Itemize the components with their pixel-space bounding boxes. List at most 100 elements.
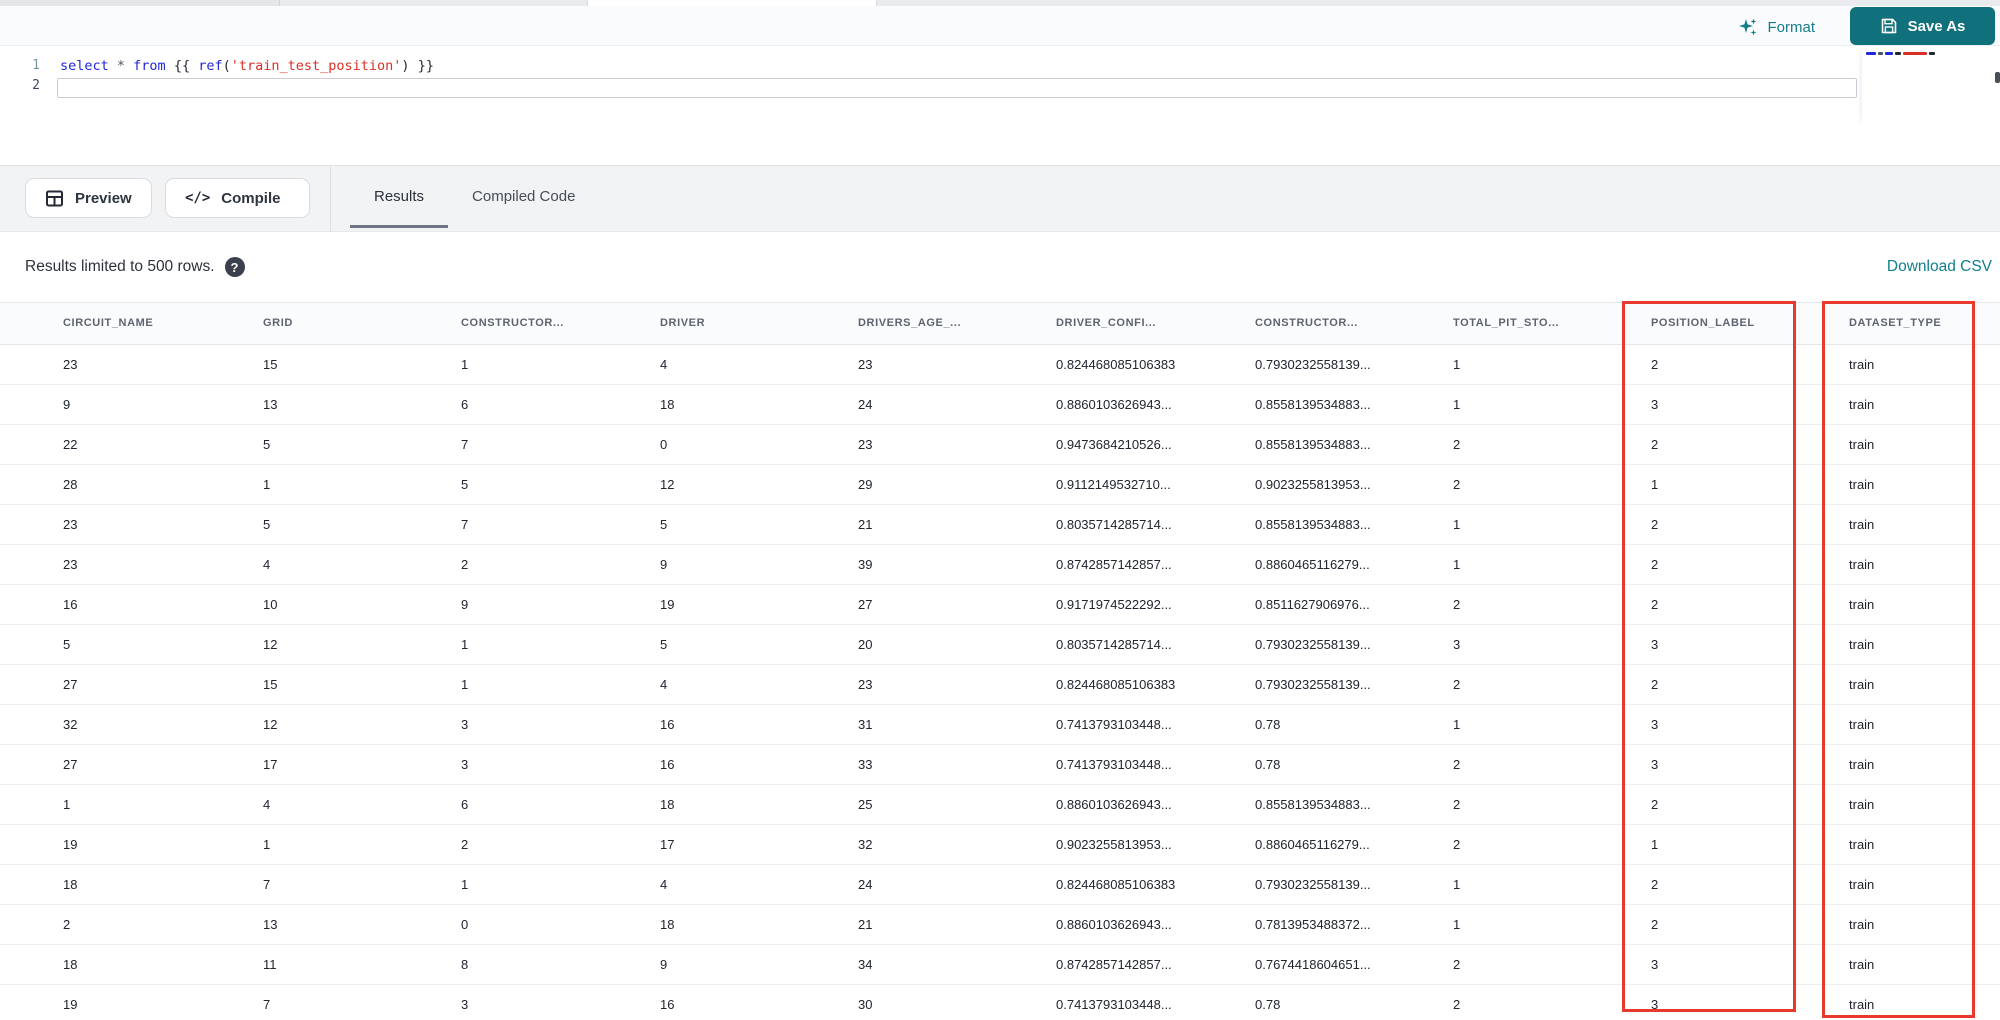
sql-code-editor[interactable]: 12 select * from {{ ref('train_test_posi…	[0, 46, 2000, 165]
save-icon	[1881, 18, 1896, 34]
table-cell: 7	[461, 517, 469, 532]
table-cell: 16	[63, 597, 78, 612]
table-cell: 1	[1651, 477, 1659, 492]
table-cell: 2	[1651, 917, 1659, 932]
table-cell: 16	[660, 757, 675, 772]
table-cell: 7	[263, 997, 271, 1012]
table-cell: 9	[63, 397, 71, 412]
table-cell: 0.7413793103448...	[1056, 717, 1172, 732]
table-cell: 0	[660, 437, 668, 452]
preview-label: Preview	[75, 189, 132, 207]
column-header: DATASET_TYPE	[1849, 317, 1942, 329]
table-cell: 0.8558139534883...	[1255, 437, 1371, 452]
table-cell: 2	[1651, 877, 1659, 892]
table-cell: 17	[263, 757, 278, 772]
table-cell: 5	[660, 637, 668, 652]
table-cell: 2	[63, 917, 71, 932]
table-cell: 3	[1453, 637, 1461, 652]
table-cell: train	[1849, 637, 1875, 652]
table-cell: 18	[660, 917, 675, 932]
results-tabs: Results Compiled Code	[350, 166, 599, 232]
table-cell: 5	[263, 517, 271, 532]
table-cell: 33	[858, 757, 873, 772]
table-cell: 24	[858, 397, 873, 412]
save-as-button[interactable]: Save As	[1850, 7, 1995, 45]
preview-button[interactable]: Preview	[25, 178, 152, 218]
table-cell: 4	[660, 357, 668, 372]
code-token: select	[60, 58, 117, 74]
code-token: ref	[198, 58, 223, 74]
compile-button[interactable]: </> Compile	[165, 178, 310, 218]
column-header: TOTAL_PIT_STO...	[1453, 317, 1560, 329]
table-cell: 3	[461, 997, 469, 1012]
table-row: 1 4 6 18 25 0.8860103626943... 0.8558139534883…	[0, 785, 2000, 825]
table-cell: 1	[461, 677, 469, 692]
code-token: )	[401, 58, 418, 74]
table-cell: 2	[1453, 677, 1461, 692]
editor-minimap[interactable]	[1862, 48, 1995, 124]
table-cell: 1	[1453, 917, 1461, 932]
table-cell: train	[1849, 717, 1875, 732]
table-cell: train	[1849, 957, 1875, 972]
format-button[interactable]: Format	[1738, 14, 1815, 40]
table-cell: 0.8035714285714...	[1056, 637, 1172, 652]
table-cell: 0.7674418604651...	[1255, 957, 1371, 972]
table-cell: 0.7930232558139...	[1255, 637, 1371, 652]
editor-scrollbar-thumb[interactable]	[1995, 72, 2000, 83]
results-table: CIRCUIT_NAME GRID CONSTRUCTOR... DRIVER DRIV…	[0, 302, 2000, 1020]
table-cell: 31	[858, 717, 873, 732]
column-header: CIRCUIT_NAME	[63, 317, 154, 329]
table-cell: 0.824468085106383	[1056, 877, 1176, 892]
format-label: Format	[1767, 18, 1815, 36]
table-cell: 27	[63, 757, 78, 772]
table-cell: train	[1849, 557, 1875, 572]
table-cell: 1	[1453, 517, 1461, 532]
table-cell: 3	[1651, 997, 1659, 1012]
table-cell: 2	[1651, 797, 1659, 812]
download-csv-link[interactable]: Download CSV	[1887, 258, 1992, 276]
column-header: DRIVER_CONFI...	[1056, 317, 1157, 329]
table-cell: 2	[1651, 557, 1659, 572]
table-row: 2 13 0 18 21 0.8860103626943... 0.781395348837…	[0, 905, 2000, 945]
table-cell: 0.9171974522292...	[1056, 597, 1172, 612]
table-cell: 9	[660, 957, 668, 972]
table-cell: 2	[1651, 517, 1659, 532]
table-row: 19 1 2 17 32 0.9023255813953... 0.886046511627…	[0, 825, 2000, 865]
tab-compiled-code[interactable]: Compiled Code	[448, 166, 599, 232]
compile-label: Compile	[221, 189, 281, 207]
code-lines[interactable]: select * from {{ ref('train_test_positio…	[60, 56, 1855, 96]
table-cell: 1	[263, 477, 271, 492]
table-cell: 2	[1453, 997, 1461, 1012]
table-cell: 5	[263, 437, 271, 452]
tab-results[interactable]: Results	[350, 166, 449, 232]
minimap-code-line	[1866, 52, 1935, 55]
table-cell: 23	[63, 517, 78, 532]
table-cell: 2	[461, 557, 469, 572]
table-cell: train	[1849, 677, 1875, 692]
table-cell: 32	[63, 717, 78, 732]
table-cell: 17	[660, 837, 675, 852]
table-cell: 0.78	[1255, 717, 1281, 732]
table-cell: 4	[263, 797, 271, 812]
code-token: {{	[173, 58, 199, 74]
table-cell: train	[1849, 437, 1875, 452]
table-row: 18 7 1 4 24 0.824468085106383 0.7930232558139.…	[0, 865, 2000, 905]
table-row: 32 12 3 16 31 0.7413793103448... 0.78 1 3 train	[0, 705, 2000, 745]
table-cell: 23	[858, 677, 873, 692]
table-cell: 1	[1453, 717, 1461, 732]
table-row: 23 15 1 4 23 0.824468085106383 0.7930232558139…	[0, 345, 2000, 385]
table-cell: 0.8860465116279...	[1255, 557, 1370, 572]
sparkles-icon	[1739, 18, 1757, 36]
results-limit-info: Results limited to 500 rows. ?	[25, 257, 245, 277]
table-cell: 11	[263, 957, 277, 972]
table-cell: 1	[1453, 397, 1461, 412]
table-cell: 2	[1651, 437, 1659, 452]
line-number: 1	[32, 58, 40, 73]
table-cell: 28	[63, 477, 78, 492]
table-cell: 0.7930232558139...	[1255, 677, 1371, 692]
table-row: 27 17 3 16 33 0.7413793103448... 0.78 2 3 train	[0, 745, 2000, 785]
table-cell: 0.78	[1255, 997, 1281, 1012]
table-cell: 2	[1651, 597, 1659, 612]
table-cell: 0.78	[1255, 757, 1281, 772]
help-icon[interactable]: ?	[224, 257, 245, 277]
